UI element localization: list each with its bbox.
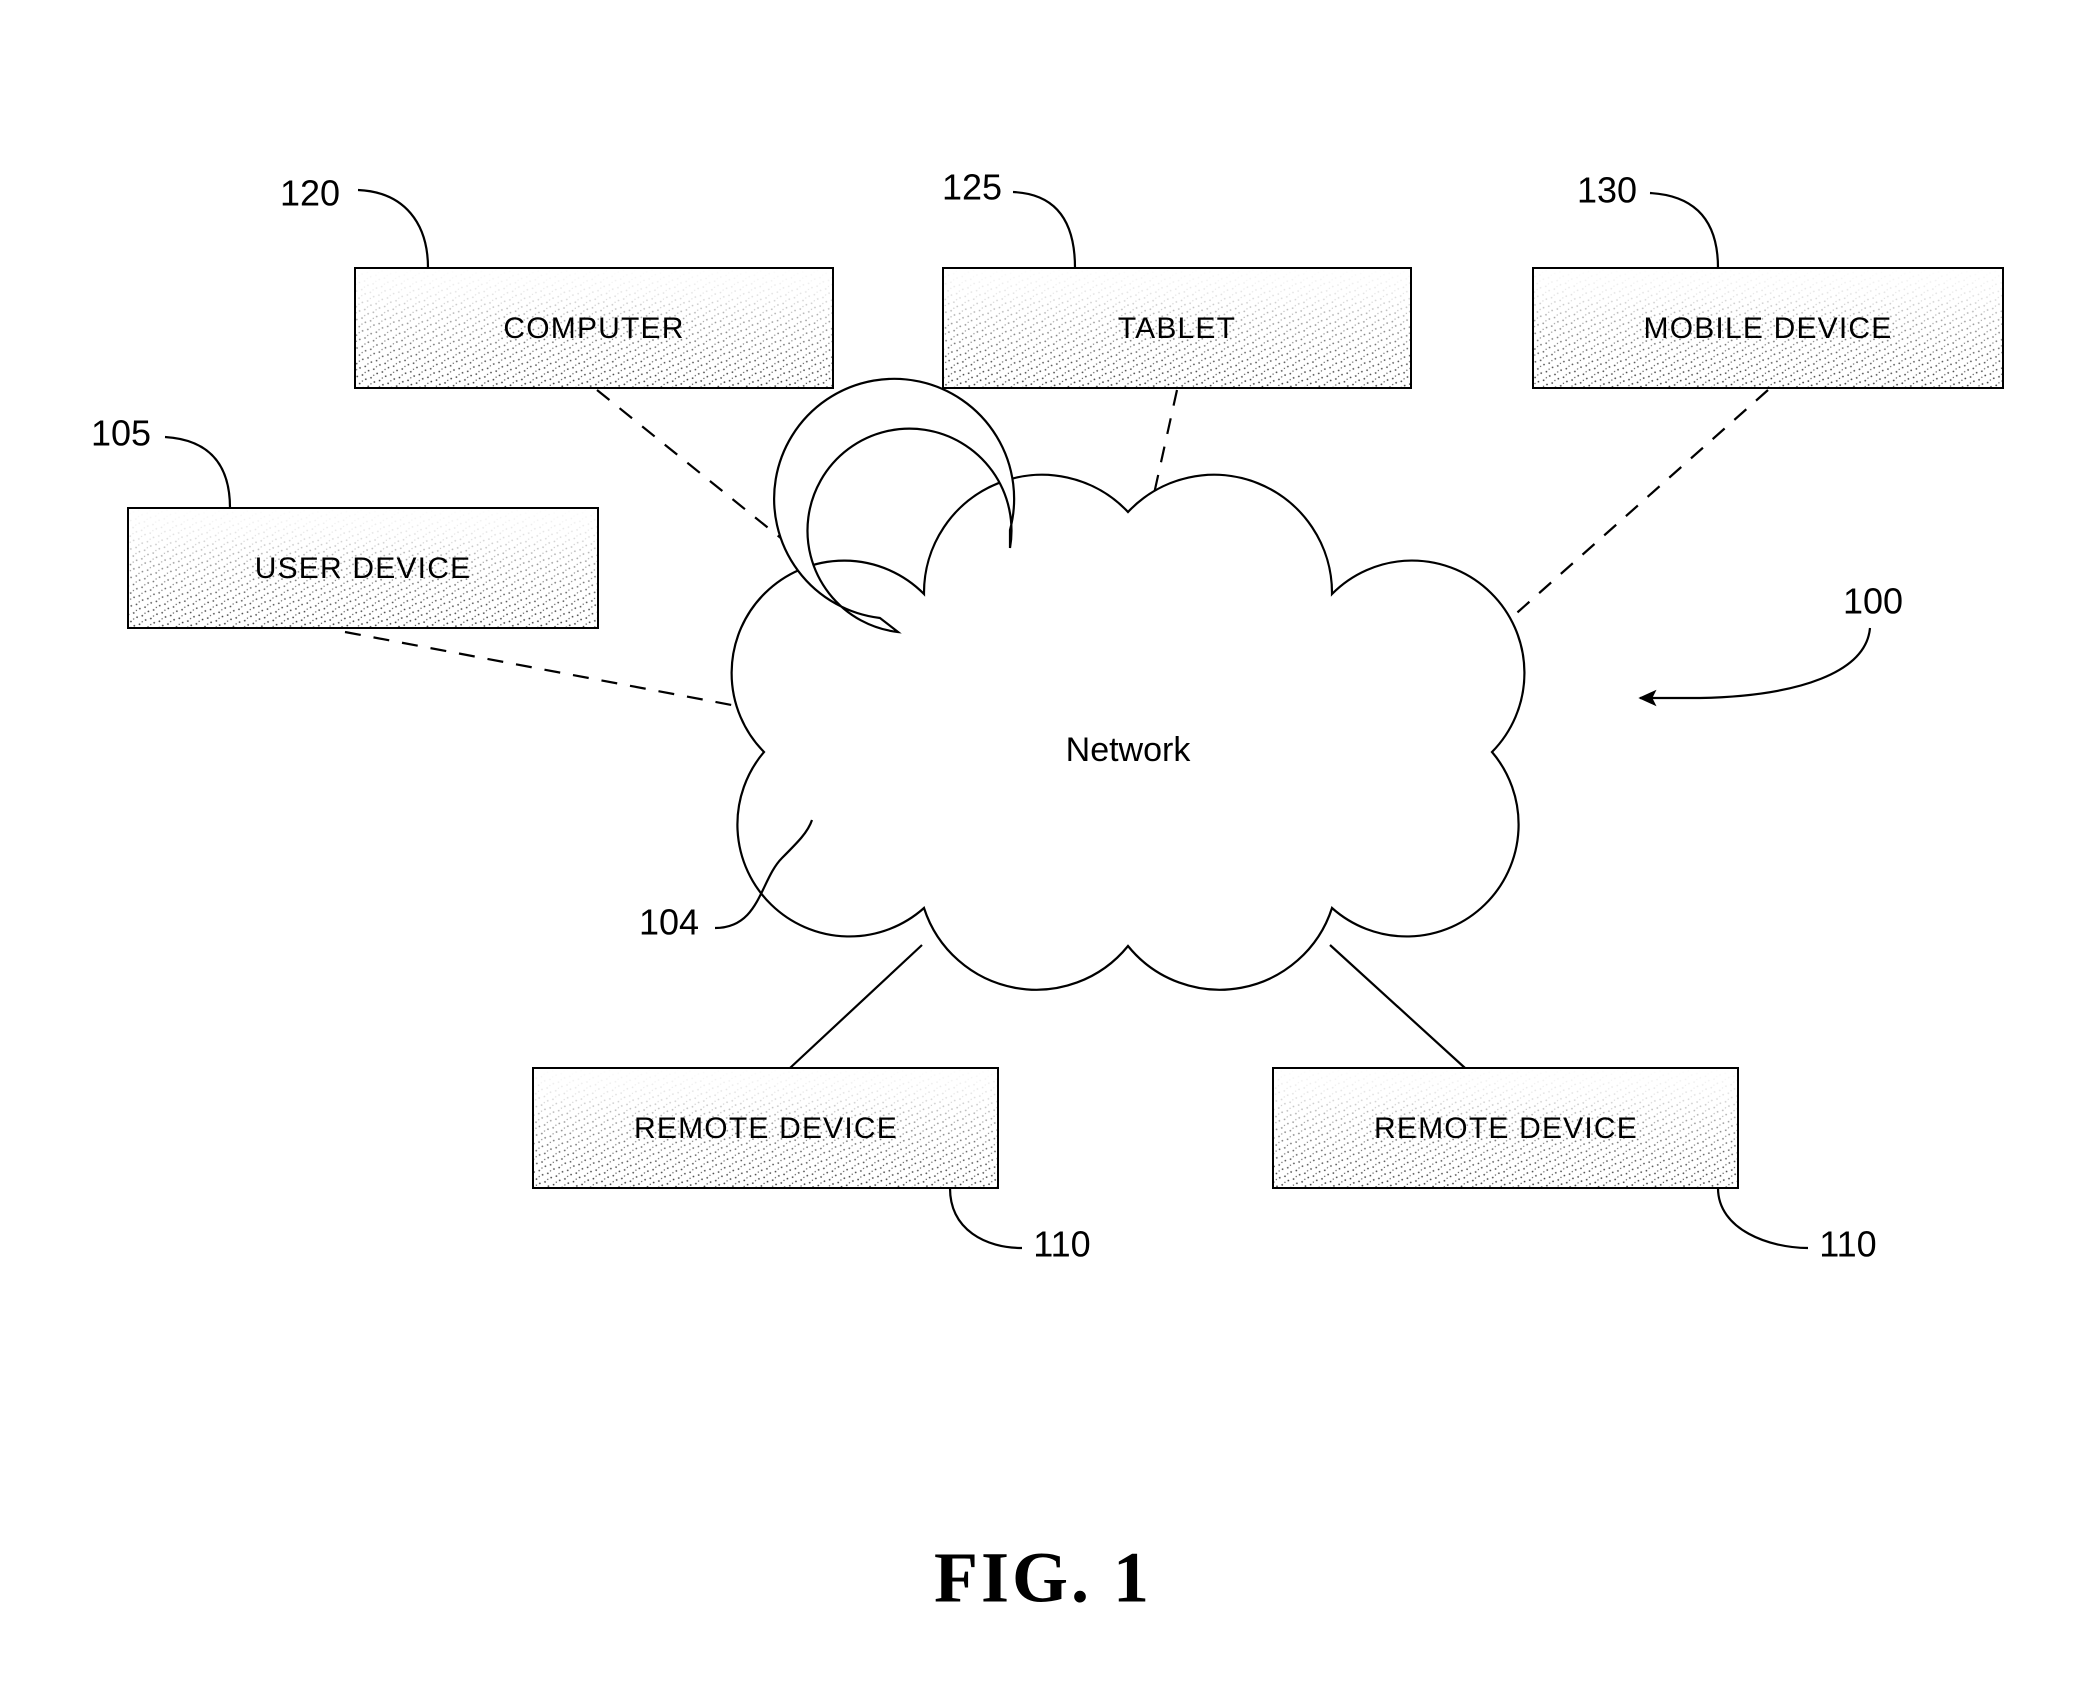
leader-line-125 bbox=[1012, 190, 1077, 269]
network-cloud: Network bbox=[730, 377, 1526, 991]
reference-120: 120 bbox=[280, 173, 430, 269]
ref-number-105: 105 bbox=[91, 413, 151, 454]
node-mobile-device[interactable]: MOBILE DEVICE bbox=[1532, 267, 2004, 389]
node-label-mobile-device: MOBILE DEVICE bbox=[1644, 312, 1893, 345]
ref-number-110-right: 110 bbox=[1819, 1224, 1876, 1265]
reference-110-right: 110 bbox=[1716, 1187, 1877, 1265]
ref-number-104: 104 bbox=[639, 902, 699, 943]
node-label-remote-device-left: REMOTE DEVICE bbox=[634, 1112, 898, 1145]
ref-number-125: 125 bbox=[942, 167, 1002, 208]
reference-125: 125 bbox=[942, 167, 1077, 269]
node-remote-device-right[interactable]: REMOTE DEVICE bbox=[1272, 1067, 1739, 1189]
ref-number-100: 100 bbox=[1843, 581, 1903, 622]
connector-network-to-remote-right bbox=[1329, 944, 1466, 1069]
leader-line-105 bbox=[164, 435, 232, 509]
leader-line-130 bbox=[1649, 191, 1720, 269]
ref-number-120: 120 bbox=[280, 173, 340, 214]
figure-caption: FIG. 1 bbox=[934, 1538, 1152, 1618]
node-computer[interactable]: COMPUTER bbox=[354, 267, 834, 389]
node-user-device[interactable]: USER DEVICE bbox=[127, 507, 599, 629]
leader-line-120 bbox=[357, 188, 430, 269]
leader-line-110-left bbox=[948, 1187, 1023, 1250]
network-label: Network bbox=[1066, 731, 1192, 769]
reference-100: 100 bbox=[1638, 581, 1903, 707]
node-remote-device-left[interactable]: REMOTE DEVICE bbox=[532, 1067, 999, 1189]
reference-105: 105 bbox=[91, 413, 232, 509]
reference-110-left: 110 bbox=[948, 1187, 1091, 1265]
figure-canvas: Network USER DEVICE COMPUTER TABLET MOBI… bbox=[91, 167, 2004, 1618]
ref-number-130: 130 bbox=[1577, 170, 1637, 211]
node-label-user-device: USER DEVICE bbox=[255, 552, 472, 585]
node-tablet[interactable]: TABLET bbox=[942, 267, 1412, 389]
node-label-tablet: TABLET bbox=[1118, 312, 1236, 345]
leader-arrow-100 bbox=[1638, 627, 1872, 707]
leader-line-110-right bbox=[1716, 1187, 1809, 1250]
reference-130: 130 bbox=[1577, 170, 1720, 269]
node-label-remote-device-right: REMOTE DEVICE bbox=[1374, 1112, 1638, 1145]
patent-figure: Network USER DEVICE COMPUTER TABLET MOBI… bbox=[0, 0, 2097, 1703]
connector-network-to-remote-left bbox=[789, 944, 923, 1069]
connector-user-device-to-network bbox=[344, 630, 791, 718]
node-label-computer: COMPUTER bbox=[503, 312, 684, 345]
ref-number-110-left: 110 bbox=[1033, 1224, 1090, 1265]
